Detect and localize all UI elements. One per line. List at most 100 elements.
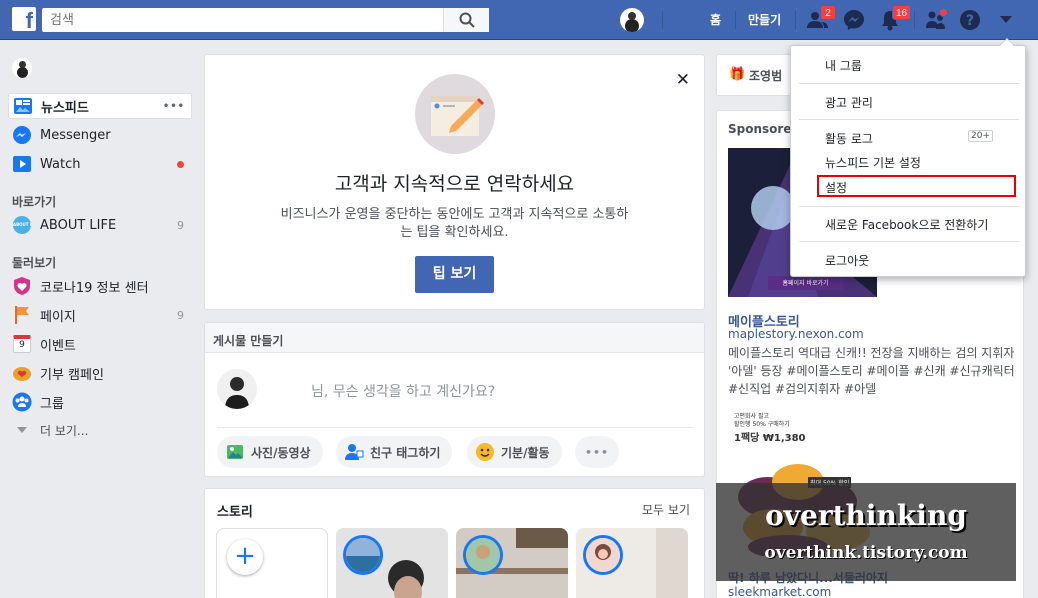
composer-avatar[interactable]	[217, 369, 257, 409]
top-navigation-bar: f 홈 만들기 2 16 ?	[0, 0, 1038, 40]
shortcuts-heading: 바로가기	[12, 195, 57, 209]
account-dropdown-menu: 내 그룹 광고 관리 활동 로그 20+ 뉴스피드 기본 설정 설정 새로운 F…	[790, 38, 1026, 277]
divider	[799, 241, 1019, 242]
create-link[interactable]: 만들기	[748, 0, 781, 40]
profile-avatar[interactable]	[620, 8, 644, 32]
divider	[662, 11, 663, 29]
divider	[914, 11, 915, 29]
story-card[interactable]	[576, 528, 688, 598]
feeling-activity-button[interactable]: 기분/활동	[467, 436, 562, 468]
sidebar-item-events[interactable]: 9 이벤트	[8, 331, 192, 357]
sidebar-item-messenger[interactable]: Messenger	[8, 122, 192, 148]
divider	[795, 11, 796, 29]
stories-heading: 스토리	[217, 505, 253, 520]
more-actions-button[interactable]: •••	[575, 436, 619, 468]
watermark-url: overthink.tistory.com	[764, 543, 968, 563]
ad-url-link[interactable]: maplestory.nexon.com	[728, 327, 864, 341]
menu-item-newsfeed-preferences[interactable]: 뉴스피드 기본 설정	[825, 154, 921, 171]
sidebar-item-label: 페이지	[40, 309, 76, 325]
svg-text:?: ?	[966, 13, 974, 29]
tag-friends-button[interactable]: 친구 태그하기	[336, 436, 453, 468]
facebook-logo[interactable]: f	[12, 7, 36, 31]
notepad-pencil-icon	[431, 96, 484, 136]
close-icon[interactable]: ✕	[676, 70, 690, 90]
sidebar-item-about-life[interactable]: ABOUT LIFE ABOUT LIFE 9	[8, 212, 192, 238]
action-label: 사진/동영상	[251, 445, 311, 460]
watch-icon	[12, 154, 32, 174]
sidebar-item-label: ABOUT LIFE	[40, 217, 117, 233]
ad-description: 메이플스토리 역대급 신캐!! 전장을 지배하는 검의 지휘자 '아델' 등장 …	[728, 346, 1015, 396]
action-label: 기분/활동	[501, 445, 550, 460]
sidebar-item-pages[interactable]: 페이지 9	[8, 302, 192, 328]
business-tips-card: 고객과 지속적으로 연락하세요 비즈니스가 운영을 중단하는 동안에도 고객과 …	[204, 54, 705, 310]
menu-item-activity-log[interactable]: 활동 로그	[825, 130, 873, 147]
search-button[interactable]	[443, 8, 489, 32]
friend-requests-badge: 2	[820, 5, 836, 20]
sidebar-item-covid-center[interactable]: 코로나19 정보 센터	[8, 273, 192, 299]
notifications-button[interactable]: 16	[878, 5, 912, 32]
home-link[interactable]: 홈	[710, 0, 721, 40]
calendar-icon: 9	[12, 334, 32, 354]
sidebar-item-fundraisers[interactable]: 기부 캠페인	[8, 360, 192, 386]
see-all-stories-link[interactable]: 모두 보기	[642, 501, 690, 518]
pages-flag-icon	[12, 305, 32, 325]
blog-watermark: overthinking overthink.tistory.com	[716, 483, 1016, 581]
illustration-circle	[415, 74, 495, 154]
newsfeed-icon	[13, 96, 33, 116]
divider	[799, 83, 1019, 84]
sidebar-item-label: Watch	[40, 156, 81, 172]
photo-video-button[interactable]: 사진/동영상	[217, 436, 323, 468]
story-avatar	[463, 535, 503, 575]
caret-down-icon	[1000, 16, 1012, 23]
promo-body-line-1: 비즈니스가 운영을 중단하는 동안에도 고객과 지속적으로 소통하	[280, 207, 629, 222]
sidebar-item-newsfeed[interactable]: 뉴스피드 •••	[8, 93, 192, 119]
messenger-button[interactable]	[842, 8, 866, 32]
account-menu-button[interactable]	[994, 8, 1018, 32]
sidebar-item-label: 기부 캠페인	[40, 367, 104, 383]
sidebar-item-groups[interactable]: 그룹	[8, 389, 192, 415]
see-more-link[interactable]: 더 보기...	[8, 417, 192, 443]
menu-item-logout[interactable]: 로그아웃	[825, 252, 869, 269]
unread-count: 9	[177, 218, 184, 232]
fundraiser-icon	[12, 363, 32, 383]
composer-header: 게시물 만들기	[205, 323, 704, 353]
divider	[735, 11, 736, 29]
menu-item-ads-manager[interactable]: 광고 관리	[825, 94, 873, 111]
add-story-icon: +	[227, 539, 263, 575]
settings-highlight-box	[817, 175, 1016, 197]
friend-requests-button[interactable]: 2	[806, 5, 836, 32]
composer-input[interactable]: 님, 무슨 생각을 하고 계신가요?	[311, 381, 495, 401]
search-icon	[459, 12, 475, 28]
about-life-page-icon: ABOUT LIFE	[12, 215, 32, 235]
sidebar-item-watch[interactable]: Watch	[8, 151, 192, 177]
see-more-label: 더 보기...	[40, 423, 89, 438]
notifications-badge: 16	[892, 5, 912, 20]
help-button[interactable]: ?	[958, 8, 982, 32]
messenger-icon	[12, 125, 32, 145]
explore-heading: 둘러보기	[12, 256, 57, 270]
menu-item-switch-new-facebook[interactable]: 새로운 Facebook으로 전환하기	[825, 216, 988, 233]
left-profile-avatar[interactable]	[12, 58, 32, 78]
messenger-icon	[844, 10, 864, 30]
ad-url-link[interactable]: sleekmarket.com	[728, 585, 831, 598]
story-card[interactable]	[456, 528, 568, 598]
story-avatar	[343, 535, 383, 575]
chevron-down-icon	[12, 420, 32, 440]
search-input[interactable]	[42, 8, 442, 32]
quick-help-button[interactable]	[924, 8, 948, 32]
sidebar-item-label: 그룹	[40, 396, 64, 412]
sidebar-item-label: Messenger	[40, 127, 111, 143]
unread-count: 9	[177, 308, 184, 322]
unread-dot	[939, 8, 948, 17]
menu-item-my-groups[interactable]: 내 그룹	[825, 57, 862, 74]
view-tips-button[interactable]: 팁 보기	[415, 256, 494, 293]
sidebar-item-label: 뉴스피드	[41, 100, 89, 116]
create-story-card[interactable]: +	[216, 528, 328, 598]
activity-count-badge: 20+	[968, 130, 993, 142]
more-options-icon[interactable]: •••	[163, 101, 185, 112]
promo-title: 고객과 지속적으로 연락하세요	[334, 173, 575, 195]
groups-icon	[12, 392, 32, 412]
story-card[interactable]	[336, 528, 448, 598]
action-label: 친구 태그하기	[370, 445, 441, 460]
birthday-name: 조영범	[749, 69, 783, 83]
